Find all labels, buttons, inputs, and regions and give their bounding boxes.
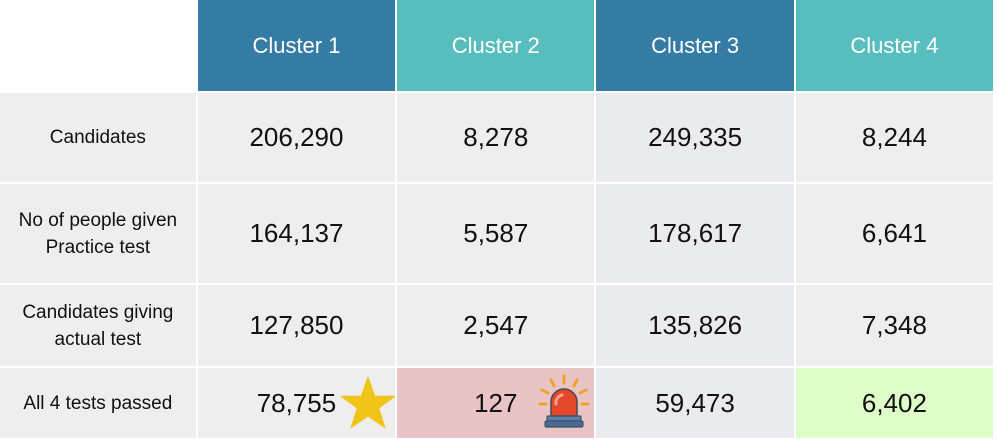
table-cell: 206,290 bbox=[197, 93, 396, 182]
column-header-cluster-4: Cluster 4 bbox=[795, 0, 993, 91]
table-cell: 178,617 bbox=[596, 184, 794, 283]
table-cell: 127,850 bbox=[197, 285, 396, 366]
corner-cell bbox=[0, 0, 196, 91]
table-cell: 8,244 bbox=[795, 93, 993, 182]
column-header-cluster-1: Cluster 1 bbox=[197, 0, 396, 91]
table-cell: 2,547 bbox=[397, 285, 595, 366]
table-cell: 164,137 bbox=[197, 184, 396, 283]
cluster-table-slide: Cluster 1 Cluster 2 Cluster 3 Cluster 4 … bbox=[0, 0, 997, 448]
column-header-cluster-3: Cluster 3 bbox=[596, 0, 794, 91]
column-header-cluster-2: Cluster 2 bbox=[397, 0, 595, 91]
cluster-table: Cluster 1 Cluster 2 Cluster 3 Cluster 4 … bbox=[0, 0, 995, 440]
row-label-actual-test: Candidates giving actual test bbox=[0, 285, 196, 366]
table-row: All 4 tests passed 78,755 127 59,473 6,4… bbox=[0, 368, 993, 438]
table-cell: 5,587 bbox=[397, 184, 595, 283]
table-cell: 135,826 bbox=[596, 285, 794, 366]
table-cell: 7,348 bbox=[795, 285, 993, 366]
table-cell-cluster-4-passed: 6,402 bbox=[795, 368, 993, 438]
star-icon bbox=[340, 376, 396, 429]
table-cell: 249,335 bbox=[596, 93, 794, 182]
table-cell: 6,641 bbox=[795, 184, 993, 283]
header-row: Cluster 1 Cluster 2 Cluster 3 Cluster 4 bbox=[0, 0, 993, 91]
row-label-all-passed: All 4 tests passed bbox=[0, 368, 196, 438]
table-row: Candidates giving actual test 127,850 2,… bbox=[0, 285, 993, 366]
row-label-candidates: Candidates bbox=[0, 93, 196, 182]
table-cell-cluster-3-passed: 59,473 bbox=[596, 368, 794, 438]
siren-icon bbox=[538, 374, 590, 428]
table-row: No of people given Practice test 164,137… bbox=[0, 184, 993, 283]
table-row: Candidates 206,290 8,278 249,335 8,244 bbox=[0, 93, 993, 182]
table-cell: 8,278 bbox=[397, 93, 595, 182]
row-label-practice-test: No of people given Practice test bbox=[0, 184, 196, 283]
